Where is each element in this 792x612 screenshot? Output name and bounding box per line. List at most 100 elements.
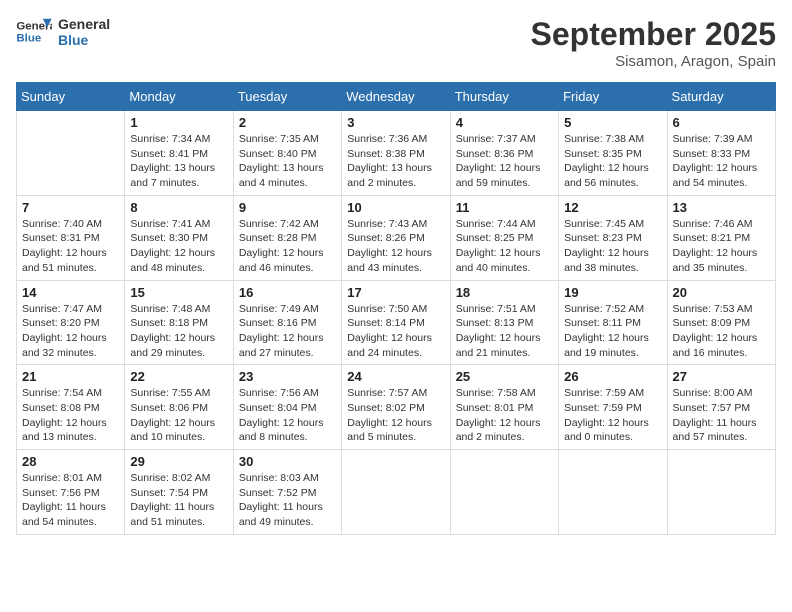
day-number: 30 (239, 454, 336, 469)
calendar-cell: 4 Sunrise: 7:37 AMSunset: 8:36 PMDaylight… (450, 111, 558, 196)
calendar-cell: 16Sunrise: 7:49 AMSunset: 8:16 PMDayligh… (233, 280, 341, 365)
day-number: 6 (673, 115, 770, 130)
weekday-header: Wednesday (342, 83, 450, 111)
weekday-header: Friday (559, 83, 667, 111)
day-info: Sunrise: 8:02 AMSunset: 7:54 PMDaylight:… (130, 471, 227, 530)
calendar-cell: 26 Sunrise: 7:59 AMSunset: 7:59 PMDayligh… (559, 365, 667, 450)
day-number: 22 (130, 369, 227, 384)
weekday-header: Monday (125, 83, 233, 111)
day-info: Sunrise: 7:55 AMSunset: 8:06 PMDaylight:… (130, 386, 227, 445)
day-number: 14 (22, 285, 119, 300)
calendar-cell: 17Sunrise: 7:50 AMSunset: 8:14 PMDayligh… (342, 280, 450, 365)
day-number: 7 (22, 200, 119, 215)
calendar-cell: 23 Sunrise: 7:56 AMSunset: 8:04 PMDayligh… (233, 365, 341, 450)
day-number: 25 (456, 369, 553, 384)
weekday-header: Sunday (17, 83, 125, 111)
day-info: Sunrise: 7:56 AMSunset: 8:04 PMDaylight:… (239, 386, 336, 445)
calendar-cell (559, 450, 667, 535)
weekday-header: Saturday (667, 83, 775, 111)
day-number: 1 (130, 115, 227, 130)
calendar-cell: 30 Sunrise: 8:03 AMSunset: 7:52 PMDayligh… (233, 450, 341, 535)
day-number: 15 (130, 285, 227, 300)
calendar-cell: 24Sunrise: 7:57 AMSunset: 8:02 PMDayligh… (342, 365, 450, 450)
day-number: 19 (564, 285, 661, 300)
day-info: Sunrise: 7:59 AMSunset: 7:59 PMDaylight:… (564, 386, 661, 445)
calendar-cell: 15Sunrise: 7:48 AMSunset: 8:18 PMDayligh… (125, 280, 233, 365)
day-number: 11 (456, 200, 553, 215)
weekday-header: Thursday (450, 83, 558, 111)
calendar-cell: 21 Sunrise: 7:54 AMSunset: 8:08 PMDayligh… (17, 365, 125, 450)
day-info: Sunrise: 8:01 AMSunset: 7:56 PMDaylight:… (22, 471, 119, 530)
day-info: Sunrise: 7:41 AMSunset: 8:30 PMDaylight:… (130, 217, 227, 276)
day-number: 2 (239, 115, 336, 130)
calendar-cell: 25 Sunrise: 7:58 AMSunset: 8:01 PMDayligh… (450, 365, 558, 450)
calendar-cell: 5 Sunrise: 7:38 AMSunset: 8:35 PMDaylight… (559, 111, 667, 196)
day-info: Sunrise: 7:49 AMSunset: 8:16 PMDaylight:… (239, 302, 336, 361)
day-info: Sunrise: 7:50 AMSunset: 8:14 PMDaylight:… (347, 302, 444, 361)
day-number: 28 (22, 454, 119, 469)
day-info: Sunrise: 7:57 AMSunset: 8:02 PMDaylight:… (347, 386, 444, 445)
day-number: 8 (130, 200, 227, 215)
day-info: Sunrise: 7:40 AMSunset: 8:31 PMDaylight:… (22, 217, 119, 276)
calendar-cell: 8 Sunrise: 7:41 AMSunset: 8:30 PMDaylight… (125, 195, 233, 280)
calendar-cell: 2 Sunrise: 7:35 AMSunset: 8:40 PMDaylight… (233, 111, 341, 196)
day-number: 29 (130, 454, 227, 469)
day-info: Sunrise: 7:53 AMSunset: 8:09 PMDaylight:… (673, 302, 770, 361)
calendar-table: SundayMondayTuesdayWednesdayThursdayFrid… (16, 82, 776, 535)
calendar-cell: 1 Sunrise: 7:34 AMSunset: 8:41 PMDaylight… (125, 111, 233, 196)
calendar-cell: 13 Sunrise: 7:46 AMSunset: 8:21 PMDayligh… (667, 195, 775, 280)
day-info: Sunrise: 7:38 AMSunset: 8:35 PMDaylight:… (564, 132, 661, 191)
logo-name: General Blue (58, 16, 110, 48)
day-number: 26 (564, 369, 661, 384)
day-number: 13 (673, 200, 770, 215)
day-number: 5 (564, 115, 661, 130)
day-info: Sunrise: 7:54 AMSunset: 8:08 PMDaylight:… (22, 386, 119, 445)
day-number: 12 (564, 200, 661, 215)
day-info: Sunrise: 7:39 AMSunset: 8:33 PMDaylight:… (673, 132, 770, 191)
calendar-cell: 29 Sunrise: 8:02 AMSunset: 7:54 PMDayligh… (125, 450, 233, 535)
location-title: Sisamon, Aragon, Spain (531, 53, 776, 70)
day-info: Sunrise: 7:36 AMSunset: 8:38 PMDaylight:… (347, 132, 444, 191)
calendar-cell: 9Sunrise: 7:42 AMSunset: 8:28 PMDaylight… (233, 195, 341, 280)
day-info: Sunrise: 7:52 AMSunset: 8:11 PMDaylight:… (564, 302, 661, 361)
calendar-cell: 22 Sunrise: 7:55 AMSunset: 8:06 PMDayligh… (125, 365, 233, 450)
svg-text:Blue: Blue (16, 33, 41, 45)
calendar-cell: 14 Sunrise: 7:47 AMSunset: 8:20 PMDayligh… (17, 280, 125, 365)
day-info: Sunrise: 7:37 AMSunset: 8:36 PMDaylight:… (456, 132, 553, 191)
calendar-cell: 12Sunrise: 7:45 AMSunset: 8:23 PMDayligh… (559, 195, 667, 280)
day-info: Sunrise: 7:42 AMSunset: 8:28 PMDaylight:… (239, 217, 336, 276)
day-info: Sunrise: 7:35 AMSunset: 8:40 PMDaylight:… (239, 132, 336, 191)
calendar-cell: 6 Sunrise: 7:39 AMSunset: 8:33 PMDaylight… (667, 111, 775, 196)
day-number: 21 (22, 369, 119, 384)
calendar-cell: 10 Sunrise: 7:43 AMSunset: 8:26 PMDayligh… (342, 195, 450, 280)
day-info: Sunrise: 7:43 AMSunset: 8:26 PMDaylight:… (347, 217, 444, 276)
day-number: 23 (239, 369, 336, 384)
logo-icon: General Blue (16, 17, 52, 47)
calendar-cell: 20 Sunrise: 7:53 AMSunset: 8:09 PMDayligh… (667, 280, 775, 365)
day-info: Sunrise: 7:46 AMSunset: 8:21 PMDaylight:… (673, 217, 770, 276)
day-info: Sunrise: 7:44 AMSunset: 8:25 PMDaylight:… (456, 217, 553, 276)
weekday-header: Tuesday (233, 83, 341, 111)
calendar-cell (667, 450, 775, 535)
calendar-cell: 7 Sunrise: 7:40 AMSunset: 8:31 PMDaylight… (17, 195, 125, 280)
day-number: 20 (673, 285, 770, 300)
day-number: 10 (347, 200, 444, 215)
month-title: September 2025 (531, 16, 776, 53)
day-info: Sunrise: 7:47 AMSunset: 8:20 PMDaylight:… (22, 302, 119, 361)
day-info: Sunrise: 7:58 AMSunset: 8:01 PMDaylight:… (456, 386, 553, 445)
calendar-cell: 27Sunrise: 8:00 AMSunset: 7:57 PMDayligh… (667, 365, 775, 450)
day-number: 18 (456, 285, 553, 300)
calendar-cell: 19 Sunrise: 7:52 AMSunset: 8:11 PMDayligh… (559, 280, 667, 365)
day-info: Sunrise: 8:03 AMSunset: 7:52 PMDaylight:… (239, 471, 336, 530)
calendar-cell: 11 Sunrise: 7:44 AMSunset: 8:25 PMDayligh… (450, 195, 558, 280)
calendar-cell: 3 Sunrise: 7:36 AMSunset: 8:38 PMDaylight… (342, 111, 450, 196)
day-number: 4 (456, 115, 553, 130)
calendar-cell (342, 450, 450, 535)
calendar-cell: 18 Sunrise: 7:51 AMSunset: 8:13 PMDayligh… (450, 280, 558, 365)
title-block: September 2025 Sisamon, Aragon, Spain (531, 16, 776, 70)
day-info: Sunrise: 7:51 AMSunset: 8:13 PMDaylight:… (456, 302, 553, 361)
day-number: 3 (347, 115, 444, 130)
page-header: General Blue General Blue September 2025… (16, 16, 776, 70)
day-info: Sunrise: 7:34 AMSunset: 8:41 PMDaylight:… (130, 132, 227, 191)
day-info: Sunrise: 8:00 AMSunset: 7:57 PMDaylight:… (673, 386, 770, 445)
